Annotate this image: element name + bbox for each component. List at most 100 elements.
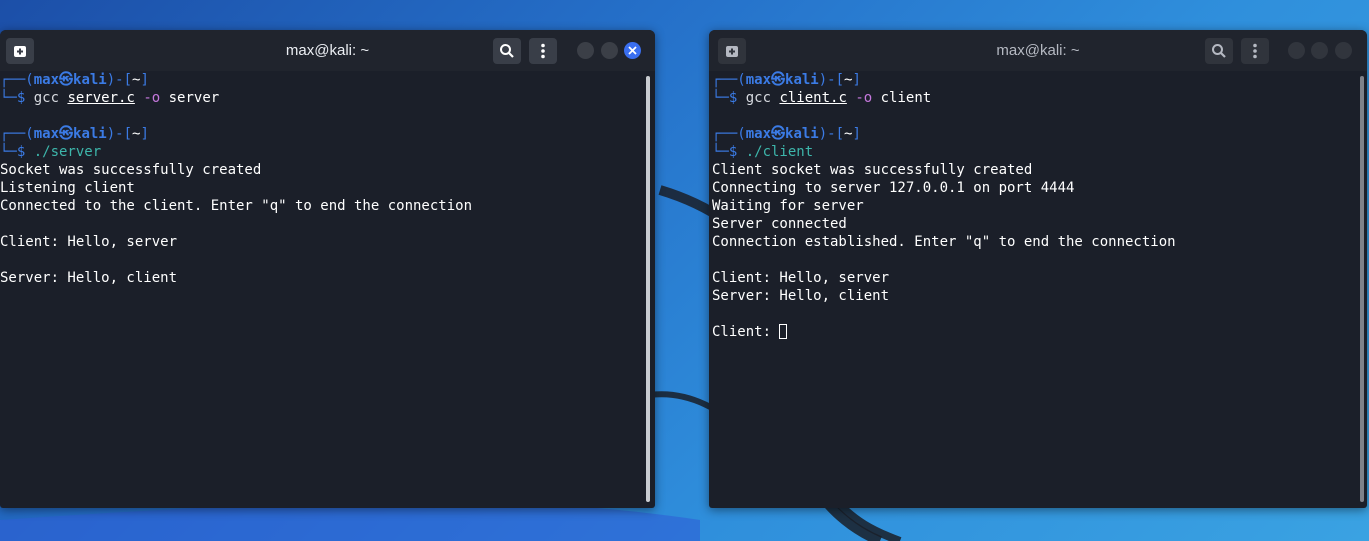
titlebar[interactable]: max@kali: ~ (0, 30, 655, 71)
prompt-bracket: )-[ (106, 126, 133, 142)
terminal-line: ┌──(max㉿kali)-[~] (0, 125, 655, 143)
command-output-arg: server (168, 90, 220, 106)
prompt-host: kali (785, 126, 819, 142)
terminal-window-server[interactable]: max@kali: ~ ┌──(max㉿kali)-[~] └─$ gcc ser… (0, 30, 655, 508)
prompt-host: kali (73, 126, 107, 142)
prompt-bracket: ┌──( (712, 72, 746, 88)
close-icon (628, 46, 637, 55)
command-option: -o (143, 90, 161, 106)
search-icon (1212, 44, 1226, 58)
prompt-at-symbol: ㉿ (771, 126, 786, 142)
close-button[interactable] (624, 42, 641, 59)
output-text: Listening client (0, 180, 135, 196)
output-text: Server connected (712, 216, 847, 232)
terminal-line: Connected to the client. Enter "q" to en… (0, 197, 655, 215)
search-button[interactable] (1205, 38, 1233, 64)
prompt-user: max (745, 126, 772, 142)
close-button[interactable] (1335, 42, 1352, 59)
output-text: Waiting for server (712, 198, 864, 214)
prompt-bracket: ] (140, 72, 149, 88)
output-text: Socket was successfully created (0, 162, 262, 178)
command-option: -o (855, 90, 873, 106)
prompt-at-symbol: ㉿ (771, 72, 786, 88)
prompt-bracket: ┌──( (0, 72, 34, 88)
prompt-user: max (33, 126, 60, 142)
output-text: Connecting to server 127.0.0.1 on port 4… (712, 180, 1075, 196)
search-icon (500, 44, 514, 58)
input-prompt-text: Client: (712, 324, 780, 340)
terminal-line: Socket was successfully created (0, 161, 655, 179)
terminal-line: Listening client (0, 179, 655, 197)
terminal-output[interactable]: ┌──(max㉿kali)-[~] └─$ gcc server.c -o ser… (0, 71, 655, 287)
command-name: gcc (33, 90, 60, 106)
output-text: Client: Hello, server (0, 234, 178, 250)
menu-button[interactable] (529, 38, 557, 64)
terminal-line: Connection established. Enter "q" to end… (712, 233, 1367, 251)
terminal-line: Client socket was successfully created (712, 161, 1367, 179)
command-output-arg: client (880, 90, 932, 106)
output-text: Connection established. Enter "q" to end… (712, 234, 1176, 250)
terminal-line: └─$ gcc server.c -o server (0, 89, 655, 107)
prompt-dollar: └─$ (0, 144, 34, 160)
command-file-arg: server.c (67, 90, 135, 106)
menu-button[interactable] (1241, 38, 1269, 64)
scrollbar[interactable] (1360, 76, 1364, 502)
prompt-dollar: └─$ (0, 90, 34, 106)
output-text: Connected to the client. Enter "q" to en… (0, 198, 473, 214)
search-button[interactable] (493, 38, 521, 64)
prompt-bracket: ┌──( (712, 126, 746, 142)
terminal-line: ┌──(max㉿kali)-[~] (712, 125, 1367, 143)
prompt-at-symbol: ㉿ (59, 126, 74, 142)
maximize-button[interactable] (601, 42, 618, 59)
terminal-line: Client: Hello, server (712, 269, 1367, 287)
terminal-line: Waiting for server (712, 197, 1367, 215)
terminal-line: ┌──(max㉿kali)-[~] (712, 71, 1367, 89)
prompt-bracket: )-[ (818, 126, 845, 142)
command-name: ./client (745, 144, 814, 160)
terminal-line: Server connected (712, 215, 1367, 233)
prompt-bracket: ┌──( (0, 126, 34, 142)
prompt-dollar: └─$ (712, 144, 746, 160)
terminal-line: └─$ ./server (0, 143, 655, 161)
terminal-line: Connecting to server 127.0.0.1 on port 4… (712, 179, 1367, 197)
terminal-line: └─$ gcc client.c -o client (712, 89, 1367, 107)
terminal-line: Server: Hello, client (712, 287, 1367, 305)
minimize-button[interactable] (1288, 42, 1305, 59)
command-name: gcc (745, 90, 772, 106)
maximize-button[interactable] (1311, 42, 1328, 59)
prompt-bracket: ] (852, 72, 861, 88)
prompt-bracket: )-[ (106, 72, 133, 88)
terminal-line: └─$ ./client (712, 143, 1367, 161)
output-text: Server: Hello, client (0, 270, 178, 286)
terminal-output[interactable]: ┌──(max㉿kali)-[~] └─$ gcc client.c -o cli… (712, 71, 1367, 341)
terminal-window-client[interactable]: max@kali: ~ ┌──(max㉿kali)-[~] └─$ gcc cli… (709, 30, 1367, 508)
prompt-user: max (33, 72, 60, 88)
titlebar[interactable]: max@kali: ~ (709, 30, 1367, 71)
output-text: Client socket was successfully created (712, 162, 1033, 178)
kebab-menu-icon (541, 43, 545, 59)
minimize-button[interactable] (577, 42, 594, 59)
prompt-user: max (745, 72, 772, 88)
command-file-arg: client.c (779, 90, 847, 106)
text-cursor[interactable] (779, 324, 788, 339)
prompt-at-symbol: ㉿ (59, 72, 74, 88)
scrollbar[interactable] (646, 76, 650, 502)
prompt-bracket: ] (140, 126, 149, 142)
output-text: Server: Hello, client (712, 288, 890, 304)
output-text: Client: Hello, server (712, 270, 890, 286)
prompt-host: kali (73, 72, 107, 88)
terminal-line: Server: Hello, client (0, 269, 655, 287)
prompt-host: kali (785, 72, 819, 88)
prompt-bracket: )-[ (818, 72, 845, 88)
prompt-dollar: └─$ (712, 90, 746, 106)
terminal-line: Client: Hello, server (0, 233, 655, 251)
command-name: ./server (33, 144, 102, 160)
